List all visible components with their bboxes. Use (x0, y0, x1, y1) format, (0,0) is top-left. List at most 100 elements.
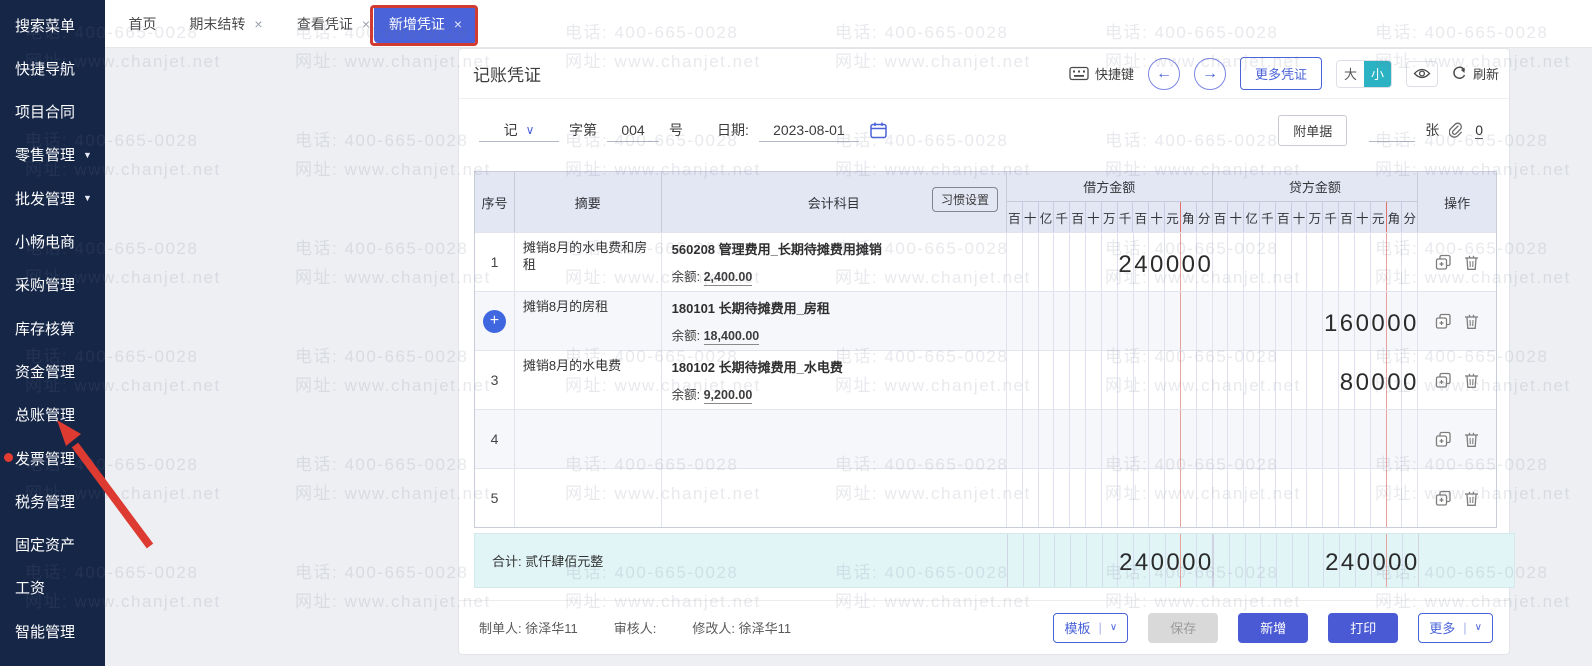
amount-digit-cell[interactable] (1117, 351, 1133, 409)
amount-digit-cell[interactable] (1039, 534, 1055, 587)
amount-digit-cell[interactable] (1196, 292, 1212, 350)
amount-digit-cell[interactable] (1259, 292, 1275, 350)
amount-digit-cell[interactable] (1214, 534, 1229, 587)
amount-digit-cell[interactable]: 0 (1148, 233, 1164, 291)
amount-digit-cell[interactable]: 0 (1149, 534, 1165, 587)
summary-cell[interactable] (515, 410, 662, 468)
amount-digit-cell[interactable] (1117, 469, 1133, 527)
amount-digit-cell[interactable] (1291, 292, 1307, 350)
amount-digit-cell[interactable]: 0 (1386, 534, 1402, 587)
sidebar-item-fixed-assets[interactable]: 固定资产 (15, 534, 75, 556)
amount-digit-cell[interactable] (1069, 410, 1085, 468)
amount-digit-cell[interactable] (1085, 351, 1101, 409)
add-line-button[interactable]: + (483, 310, 506, 333)
amount-digit-cell[interactable] (1386, 469, 1402, 527)
amount-digit-cell[interactable] (1069, 469, 1085, 527)
voucher-number-field[interactable]: 004 (607, 118, 659, 142)
amount-digit-cell[interactable] (1275, 233, 1291, 291)
amount-digit-cell[interactable] (1306, 410, 1322, 468)
sidebar-item-project-contract[interactable]: 项目合同 (15, 101, 75, 123)
amount-digit-cell[interactable] (1196, 469, 1212, 527)
amount-digit-cell[interactable] (1213, 469, 1228, 527)
amount-digit-cell[interactable] (1227, 233, 1243, 291)
tab-view-voucher[interactable]: 查看凭证× (291, 0, 376, 48)
amount-digit-cell[interactable] (1213, 233, 1228, 291)
close-icon[interactable]: × (362, 16, 370, 32)
amount-digit-cell[interactable] (1053, 351, 1069, 409)
amount-digit-cell[interactable] (1306, 351, 1322, 409)
amount-digit-cell[interactable] (1259, 351, 1275, 409)
amount-digit-cell[interactable]: 2 (1323, 534, 1339, 587)
amount-digit-cell[interactable] (1259, 410, 1275, 468)
account-cell[interactable] (662, 469, 1007, 527)
amount-digit-cell[interactable]: 0 (1386, 351, 1402, 409)
amount-digit-cell[interactable] (1243, 292, 1259, 350)
amount-digit-cell[interactable] (1306, 233, 1322, 291)
amount-digit-cell[interactable] (1102, 534, 1118, 587)
sidebar-item-payroll[interactable]: 工资 (15, 577, 45, 599)
summary-cell[interactable] (515, 469, 662, 527)
amount-digit-cell[interactable] (1007, 233, 1022, 291)
amount-digit-cell[interactable] (1164, 469, 1180, 527)
amount-digit-cell[interactable] (1022, 292, 1038, 350)
sidebar-item-purchase-mgmt[interactable]: 采购管理 (15, 274, 75, 296)
amount-digit-cell[interactable] (1085, 410, 1101, 468)
amount-digit-cell[interactable] (1259, 233, 1275, 291)
amount-digit-cell[interactable] (1070, 534, 1086, 587)
summary-cell[interactable]: 摊销8月的水电费和房租 (515, 233, 662, 291)
account-cell[interactable]: 560208 管理费用_长期待摊费用摊销余额: 2,400.00 (662, 233, 1007, 291)
amount-digit-cell[interactable] (1053, 410, 1069, 468)
amount-digit-cell[interactable] (1038, 469, 1054, 527)
tab-period-carryover[interactable]: 期末结转× (181, 0, 271, 48)
amount-digit-cell[interactable]: 0 (1386, 292, 1402, 350)
amount-digit-cell[interactable] (1275, 351, 1291, 409)
amount-digit-cell[interactable] (1148, 351, 1164, 409)
tab-home[interactable]: 首页 (115, 0, 170, 48)
delete-row-icon[interactable] (1464, 431, 1479, 448)
attach-document-button[interactable]: 附单据 (1278, 115, 1347, 146)
amount-digit-cell[interactable] (1338, 233, 1354, 291)
amount-digit-cell[interactable] (1196, 410, 1212, 468)
amount-digit-cell[interactable] (1338, 469, 1354, 527)
amount-digit-cell[interactable] (1117, 292, 1133, 350)
summary-cell[interactable]: 摊销8月的房租 (515, 292, 662, 350)
account-cell[interactable] (662, 410, 1007, 468)
amount-digit-cell[interactable] (1038, 351, 1054, 409)
amount-digit-cell[interactable] (1196, 351, 1212, 409)
amount-digit-cell[interactable] (1007, 469, 1022, 527)
amount-digit-cell[interactable] (1243, 351, 1259, 409)
amount-digit-cell[interactable] (1069, 233, 1085, 291)
amount-digit-cell[interactable]: 0 (1371, 534, 1387, 587)
amount-digit-cell[interactable]: 0 (1354, 292, 1370, 350)
amount-digit-cell[interactable] (1007, 351, 1022, 409)
summary-cell[interactable]: 摊销8月的水电费 (515, 351, 662, 409)
amount-digit-cell[interactable] (1007, 292, 1022, 350)
print-button[interactable]: 打印 (1328, 613, 1398, 643)
amount-digit-cell[interactable]: 0 (1355, 534, 1371, 587)
amount-digit-cell[interactable] (1133, 292, 1149, 350)
amount-digit-cell[interactable]: 0 (1196, 534, 1212, 587)
visibility-button[interactable] (1406, 61, 1438, 87)
amount-digit-cell[interactable] (1086, 534, 1102, 587)
amount-digit-cell[interactable] (1148, 410, 1164, 468)
amount-digit-cell[interactable] (1227, 410, 1243, 468)
amount-digit-cell[interactable] (1370, 233, 1386, 291)
amount-digit-cell[interactable] (1276, 534, 1292, 587)
amount-digit-cell[interactable] (1243, 233, 1259, 291)
amount-digit-cell[interactable] (1148, 469, 1164, 527)
amount-digit-cell[interactable] (1101, 410, 1117, 468)
amount-digit-cell[interactable] (1007, 410, 1022, 468)
amount-digit-cell[interactable] (1354, 233, 1370, 291)
sidebar-item-tax-mgmt[interactable]: 税务管理 (15, 490, 75, 512)
save-button[interactable]: 保存 (1148, 613, 1218, 643)
amount-digit-cell[interactable]: 4 (1133, 233, 1149, 291)
sidebar-item-funds-mgmt[interactable]: 资金管理 (15, 360, 75, 382)
amount-digit-cell[interactable] (1023, 534, 1039, 587)
amount-digit-cell[interactable] (1022, 469, 1038, 527)
duplicate-row-icon[interactable] (1435, 372, 1452, 389)
sidebar-item-wholesale-mgmt[interactable]: 批发管理▼ (15, 187, 92, 209)
next-voucher-button[interactable]: → (1194, 58, 1226, 90)
amount-digit-cell[interactable] (1354, 410, 1370, 468)
amount-digit-cell[interactable] (1180, 410, 1196, 468)
amount-digit-cell[interactable] (1227, 469, 1243, 527)
